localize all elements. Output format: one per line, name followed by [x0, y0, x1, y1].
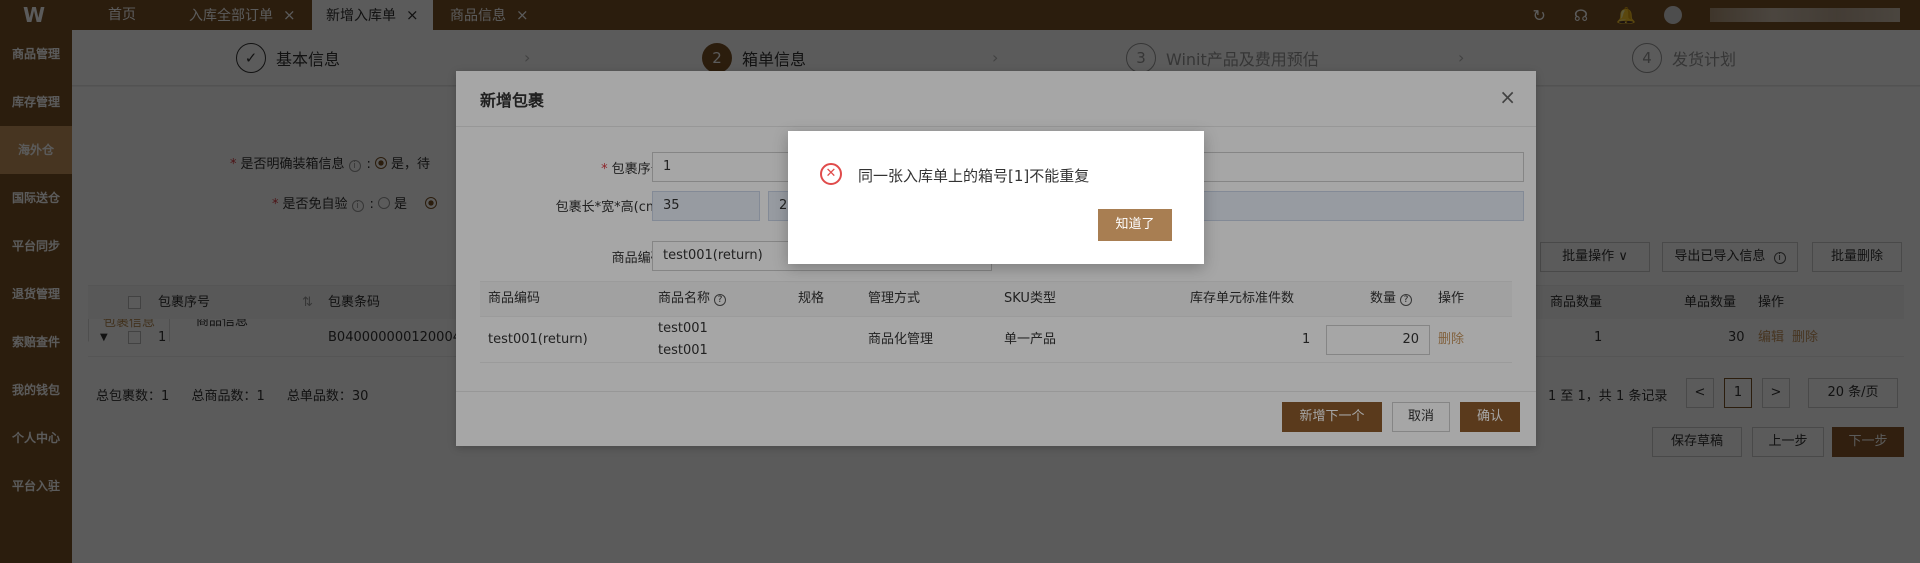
alert-backdrop	[0, 0, 1920, 563]
acknowledge-button[interactable]: 知道了	[1098, 209, 1172, 241]
error-alert: ✕ 同一张入库单上的箱号[1]不能重复 知道了	[788, 131, 1204, 264]
alert-message: 同一张入库单上的箱号[1]不能重复	[858, 167, 1090, 185]
error-circle-icon: ✕	[820, 163, 842, 185]
